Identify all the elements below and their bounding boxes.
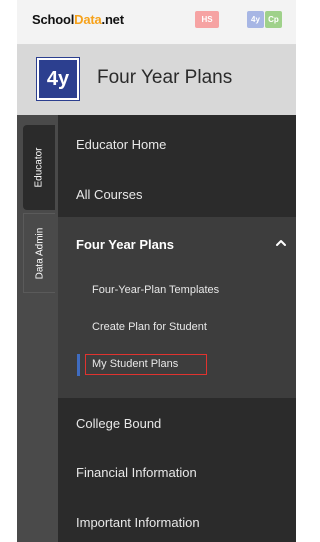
menu-item-educator-home[interactable]: Educator Home xyxy=(76,137,166,152)
app-hs-button[interactable]: HS xyxy=(195,11,219,28)
side-menu: Educator Data Admin Educator Home All Co… xyxy=(17,115,296,542)
menu-panel: Educator Home All Courses Four Year Plan… xyxy=(58,115,296,542)
sub-item-my-student-plans[interactable]: My Student Plans xyxy=(92,358,178,370)
tab-data-admin-label: Data Admin xyxy=(34,227,46,279)
app-4y-button[interactable]: 4y xyxy=(247,11,264,28)
tab-educator-label: Educator xyxy=(33,147,45,188)
left-strip xyxy=(0,0,17,542)
page-title: Four Year Plans xyxy=(97,67,233,88)
menu-item-financial-information[interactable]: Financial Information xyxy=(76,465,197,480)
app-cp-button[interactable]: Cp xyxy=(265,11,282,28)
schooldata-logo[interactable]: SchoolData.net xyxy=(32,12,124,27)
sub-item-create-plan-for-student[interactable]: Create Plan for Student xyxy=(92,321,207,333)
logo-data-text: Data xyxy=(74,12,102,27)
tab-data-admin[interactable]: Data Admin xyxy=(23,213,55,293)
chevron-up-icon[interactable] xyxy=(275,237,287,249)
four-year-plans-badge-icon: 4y xyxy=(37,58,79,100)
menu-item-important-information[interactable]: Important Information xyxy=(76,515,200,530)
logo-school-text: School xyxy=(32,12,75,27)
active-indicator xyxy=(77,354,80,376)
menu-item-all-courses[interactable]: All Courses xyxy=(76,187,142,202)
page-header: 4y Four Year Plans xyxy=(17,45,296,115)
app-frame: SchoolData.net HS 4y Cp 4y Four Year Pla… xyxy=(0,0,296,542)
menu-section-four-year-plans: Four Year Plans Four-Year-Plan Templates… xyxy=(58,217,296,398)
sub-item-four-year-plan-templates[interactable]: Four-Year-Plan Templates xyxy=(92,284,219,296)
top-bar: SchoolData.net HS 4y Cp xyxy=(17,0,296,45)
logo-net-text: .net xyxy=(101,12,125,27)
tab-educator[interactable]: Educator xyxy=(23,125,55,210)
menu-item-college-bound[interactable]: College Bound xyxy=(76,416,161,431)
section-title-four-year-plans[interactable]: Four Year Plans xyxy=(76,237,174,252)
